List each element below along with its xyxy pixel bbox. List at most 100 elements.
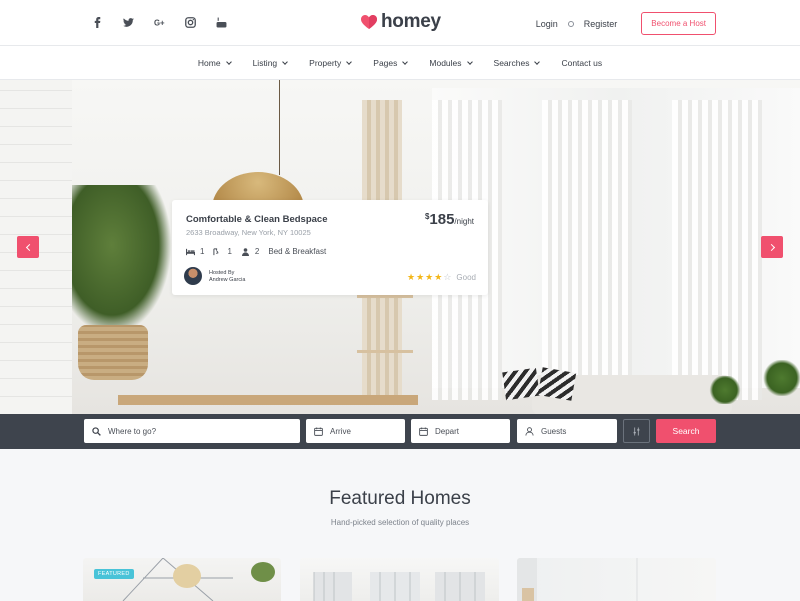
nav-item-label: Home bbox=[197, 57, 221, 68]
youtube-icon[interactable] bbox=[214, 15, 228, 29]
nav-item-label: Property bbox=[309, 57, 342, 68]
host-avatar[interactable] bbox=[184, 267, 202, 285]
user-icon bbox=[525, 426, 534, 436]
google-plus-icon[interactable]: G+ bbox=[152, 15, 166, 29]
guests-icon bbox=[241, 247, 249, 256]
listing-image bbox=[313, 572, 485, 601]
plant-image bbox=[708, 376, 742, 404]
calendar-icon bbox=[314, 426, 323, 436]
shelf-image bbox=[357, 295, 413, 298]
search-button[interactable]: Search bbox=[656, 419, 716, 443]
listing-type: Bed & Breakfast bbox=[268, 247, 327, 256]
price-currency: $ bbox=[424, 212, 430, 221]
depart-placeholder: Depart bbox=[435, 426, 460, 436]
twitter-icon[interactable] bbox=[121, 15, 135, 29]
nav-item-label: Pages bbox=[373, 57, 398, 68]
svg-text:G+: G+ bbox=[154, 18, 165, 27]
hero-listing-card[interactable]: Comfortable & Clean Bedspace 2633 Broadw… bbox=[172, 200, 488, 295]
logo[interactable]: homey bbox=[360, 11, 441, 33]
featured-listing-card[interactable] bbox=[517, 558, 716, 601]
nav-item-listing[interactable]: Listing bbox=[253, 58, 288, 68]
auth-links: Login Register Become a Host bbox=[536, 12, 716, 35]
chevron-down-icon bbox=[225, 58, 232, 65]
nav-item-modules[interactable]: Modules bbox=[429, 57, 473, 68]
facebook-icon[interactable] bbox=[90, 15, 104, 29]
featured-listing-card[interactable] bbox=[300, 558, 499, 601]
chevron-down-icon bbox=[346, 58, 353, 65]
where-input[interactable]: Where to go? bbox=[84, 419, 300, 443]
where-placeholder: Where to go? bbox=[108, 426, 157, 436]
plant-image bbox=[72, 185, 172, 335]
nav-item-label: Modules bbox=[429, 57, 462, 68]
slider-next-button[interactable] bbox=[761, 236, 783, 258]
listing-image bbox=[517, 558, 638, 601]
sliders-icon bbox=[633, 426, 640, 436]
depart-input[interactable]: Depart bbox=[411, 419, 510, 443]
nav-item-label: Searches bbox=[493, 57, 530, 68]
section-title: Featured Homes bbox=[329, 488, 471, 509]
listing-image bbox=[122, 558, 275, 601]
listing-address: 2633 Broadway, New York, NY 10025 bbox=[186, 228, 311, 237]
calendar-icon bbox=[419, 426, 428, 436]
arrive-input[interactable]: Arrive bbox=[306, 419, 405, 443]
rating: ★ ★ ★ ★ ☆ Good bbox=[407, 272, 476, 283]
nav-item-label: Contact us bbox=[561, 57, 603, 68]
curtain-image bbox=[672, 100, 762, 400]
rating-text: Good bbox=[456, 273, 476, 282]
nav-item-label: Listing bbox=[252, 57, 278, 68]
star-filled-icon: ★ bbox=[416, 272, 425, 282]
star-empty-icon: ☆ bbox=[443, 272, 452, 282]
nav-item-property[interactable]: Property bbox=[309, 57, 353, 68]
listing-meta: 1 1 2 Bed & Breakfast bbox=[186, 247, 326, 256]
star-filled-icon: ★ bbox=[407, 272, 416, 282]
social-links: G+ bbox=[90, 15, 228, 29]
lamp-cord bbox=[279, 80, 280, 175]
bed-icon bbox=[186, 248, 195, 255]
chevron-down-icon bbox=[466, 58, 473, 65]
search-icon bbox=[92, 426, 101, 436]
pillow-image bbox=[537, 367, 577, 401]
listing-title[interactable]: Comfortable & Clean Bedspace bbox=[186, 214, 327, 225]
featured-badge: FEATURED bbox=[94, 569, 134, 579]
pillow-image bbox=[502, 367, 540, 401]
guests-placeholder: Guests bbox=[541, 426, 567, 436]
curtain-image bbox=[542, 100, 632, 400]
chevron-down-icon bbox=[534, 58, 541, 65]
search-bar: Where to go? Arrive Depart Guests Search bbox=[0, 414, 800, 449]
register-link[interactable]: Register bbox=[584, 19, 618, 29]
login-link[interactable]: Login bbox=[536, 19, 558, 29]
section-subtitle: Hand-picked selection of quality places bbox=[330, 518, 470, 527]
host-name: Andrew Garcia bbox=[209, 277, 246, 283]
star-filled-icon: ★ bbox=[425, 272, 434, 282]
chevron-left-icon bbox=[25, 243, 33, 251]
nav-item-contact[interactable]: Contact us bbox=[561, 58, 602, 68]
basket-image bbox=[78, 325, 148, 380]
listing-price: $185/night bbox=[425, 211, 474, 228]
slider-prev-button[interactable] bbox=[17, 236, 39, 258]
price-period: /night bbox=[454, 217, 474, 226]
beds-count: 1 bbox=[200, 247, 205, 256]
bath-icon bbox=[213, 247, 220, 255]
shelf-image bbox=[357, 350, 413, 353]
heart-logo-icon bbox=[360, 13, 378, 31]
arrive-placeholder: Arrive bbox=[330, 426, 351, 436]
top-header: G+ homey Login Register Become a Host bbox=[0, 0, 800, 46]
become-host-button[interactable]: Become a Host bbox=[641, 12, 716, 35]
nav-item-searches[interactable]: Searches bbox=[493, 57, 541, 68]
chevron-down-icon bbox=[282, 58, 288, 65]
nav-item-pages[interactable]: Pages bbox=[373, 57, 409, 68]
filter-button[interactable] bbox=[623, 419, 650, 443]
star-filled-icon: ★ bbox=[434, 272, 443, 282]
hosted-by-label: Hosted By bbox=[209, 270, 235, 276]
price-amount: 185 bbox=[429, 211, 455, 228]
featured-listing-card[interactable]: FEATURED bbox=[83, 558, 281, 601]
guests-input[interactable]: Guests bbox=[517, 419, 617, 443]
nav-item-home[interactable]: Home bbox=[197, 57, 232, 68]
chevron-right-icon bbox=[767, 243, 775, 251]
host-info: Hosted By Andrew Garcia bbox=[209, 270, 245, 284]
table-image bbox=[118, 395, 418, 405]
plant-image bbox=[762, 360, 800, 396]
chevron-down-icon bbox=[402, 58, 409, 65]
instagram-icon[interactable] bbox=[183, 15, 197, 29]
logo-text: homey bbox=[381, 11, 441, 32]
